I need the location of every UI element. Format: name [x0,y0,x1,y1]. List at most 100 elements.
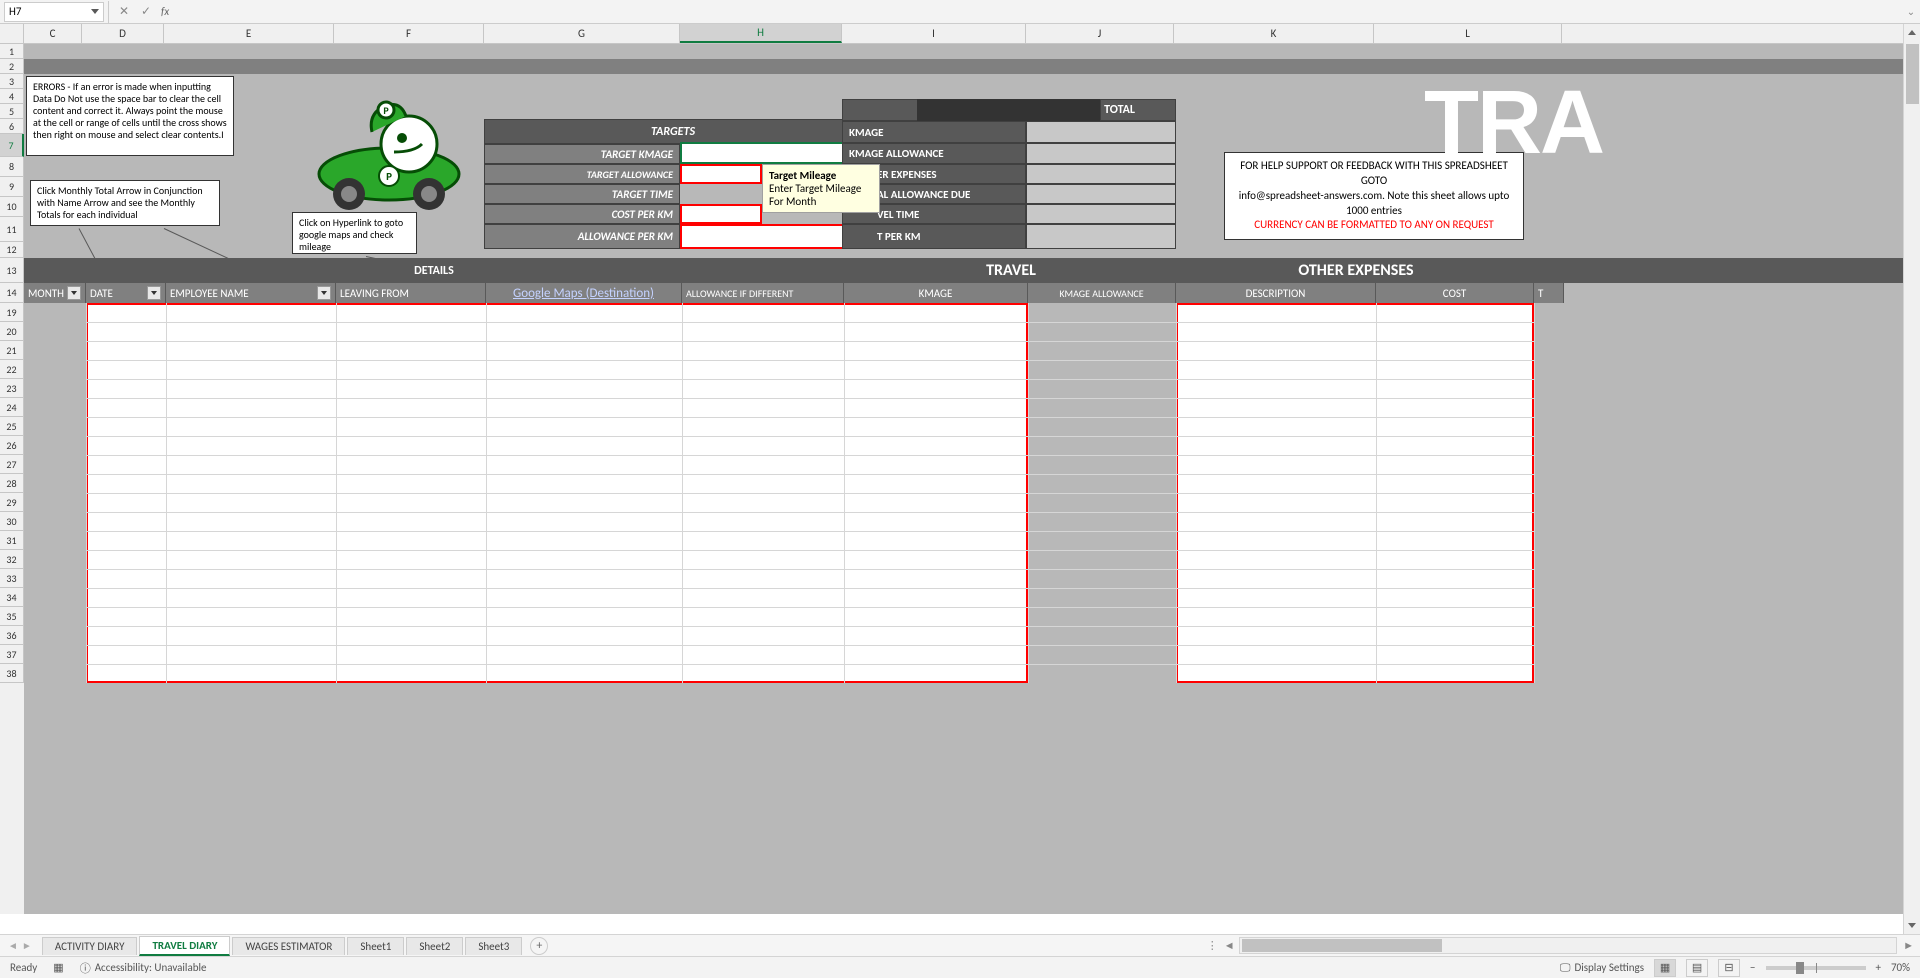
row-header[interactable]: 1 [0,44,24,59]
row-header[interactable]: 31 [0,531,24,550]
row-header[interactable]: 30 [0,512,24,531]
sheet-tab[interactable]: Sheet3 [465,937,522,955]
row-header[interactable]: 33 [0,569,24,588]
col-header[interactable]: C [24,24,82,43]
data-area-right[interactable] [1176,303,1534,683]
scroll-thumb[interactable] [1906,44,1919,104]
filter-icon[interactable] [147,286,161,300]
sheet-tab-active[interactable]: TRAVEL DIARY [139,936,230,956]
row-header[interactable]: 13 [0,258,24,283]
col-header[interactable]: F [334,24,484,43]
zoom-out-button[interactable]: − [1750,961,1755,974]
col-header[interactable]: G [484,24,680,43]
selected-cell[interactable] [680,142,844,164]
row-header[interactable]: 29 [0,493,24,512]
normal-view-button[interactable]: ▦ [1654,959,1676,977]
allowance-per-km-input[interactable] [680,224,864,249]
header-date[interactable]: DATE [86,283,166,303]
row-header[interactable]: 20 [0,322,24,341]
sheet-tab[interactable]: WAGES ESTIMATOR [232,937,345,955]
col-header[interactable]: I [842,24,1026,43]
row-header[interactable]: 25 [0,417,24,436]
vertical-scrollbar[interactable] [1903,24,1920,934]
filter-icon[interactable] [67,286,81,300]
zoom-level[interactable]: 70% [1891,961,1910,974]
scroll-thumb[interactable] [1242,939,1442,952]
row-header[interactable]: 37 [0,645,24,664]
row-header[interactable]: 35 [0,607,24,626]
row-header[interactable]: 26 [0,436,24,455]
row-header[interactable]: 7 [0,134,24,157]
row-header[interactable]: 4 [0,89,24,104]
expand-formula-bar-icon[interactable]: ⌄ [1902,5,1920,18]
cancel-icon[interactable]: ✕ [113,2,135,22]
header-month[interactable]: MONTH [24,283,86,303]
col-header[interactable]: K [1174,24,1374,43]
tab-nav[interactable]: ◄► [0,939,40,952]
targets-heading: TARGETS [484,119,862,144]
zoom-slider[interactable] [1766,966,1866,970]
col-header[interactable]: J [1026,24,1174,43]
total-heading-box: TOTAL [842,99,1176,121]
header-description: DESCRIPTION [1176,283,1376,303]
row-header[interactable]: 9 [0,177,24,197]
row-header[interactable]: 8 [0,157,24,177]
section-travel: TRAVEL [844,258,1178,283]
row-header[interactable]: 11 [0,217,24,242]
row-header[interactable]: 19 [0,303,24,322]
scroll-up-icon[interactable] [1904,24,1920,41]
display-settings-button[interactable]: 🖵 Display Settings [1560,961,1644,975]
row-header[interactable]: 6 [0,119,24,134]
col-header[interactable]: D [82,24,164,43]
col-header[interactable]: H [680,24,842,43]
band [24,59,1904,74]
sheet-content[interactable]: P P TARGETS TARGET KMAGE TARGET ALLOWANC… [24,44,1920,914]
row-header[interactable]: 27 [0,455,24,474]
sheet-tab[interactable]: Sheet2 [406,937,463,955]
data-area-left[interactable] [86,303,1028,683]
confirm-icon[interactable]: ✓ [135,2,157,22]
row-header[interactable]: 12 [0,242,24,258]
page-layout-view-button[interactable]: ▤ [1686,959,1708,977]
row-header[interactable]: 36 [0,626,24,645]
header-destination-link[interactable]: Google Maps (Destination) [486,283,682,303]
row-header[interactable]: 22 [0,360,24,379]
row-header[interactable]: 24 [0,398,24,417]
scroll-down-icon[interactable] [1904,917,1920,934]
row-header[interactable]: 2 [0,59,24,74]
row-header[interactable]: 23 [0,379,24,398]
sheet-tab[interactable]: ACTIVITY DIARY [42,937,138,955]
label-target-kmage: TARGET KMAGE [484,144,680,164]
total-value [1026,204,1176,224]
row-header[interactable]: 21 [0,341,24,360]
row-header[interactable]: 10 [0,197,24,217]
name-box[interactable]: H7 [4,2,104,22]
row-header[interactable]: 3 [0,74,24,89]
select-all-corner[interactable] [0,24,24,43]
row-header[interactable]: 28 [0,474,24,493]
row-header[interactable]: 34 [0,588,24,607]
macro-icon[interactable]: ▦ [53,961,63,974]
formula-input[interactable] [175,2,1902,22]
zoom-in-button[interactable]: + [1876,961,1881,974]
fx-icon[interactable]: fx [161,5,169,18]
row-header[interactable]: 5 [0,104,24,119]
target-allowance-input[interactable] [680,164,762,184]
col-header[interactable]: E [164,24,334,43]
horizontal-scrollbar[interactable] [1239,937,1897,954]
page-break-view-button[interactable]: ⊟ [1718,959,1740,977]
cost-per-km-input[interactable] [680,204,762,224]
row-header[interactable]: 14 [0,283,24,303]
filter-icon[interactable] [317,286,331,300]
sheet-tab[interactable]: Sheet1 [347,937,404,955]
new-sheet-button[interactable]: + [530,937,548,955]
header-employee[interactable]: EMPLOYEE NAME [166,283,336,303]
accessibility-status[interactable]: ⓘ Accessibility: Unavailable [80,960,207,976]
row-header[interactable]: 38 [0,664,24,683]
row-header[interactable]: 32 [0,550,24,569]
total-dark [917,99,1101,121]
comment-hyperlink: Click on Hyperlink to goto google maps a… [292,212,417,254]
label-cost-per-km: COST PER KM [484,204,680,224]
header-leaving[interactable]: LEAVING FROM [336,283,486,303]
col-header[interactable]: L [1374,24,1562,43]
